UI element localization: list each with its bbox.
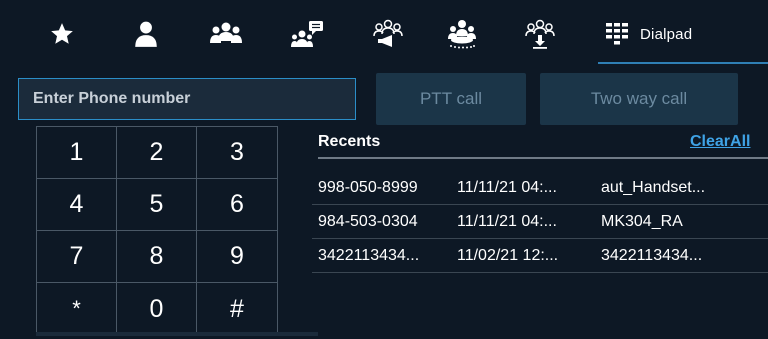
phone-number-input[interactable]: [18, 78, 356, 120]
tab-group-messages[interactable]: [286, 14, 330, 54]
tab-conference[interactable]: [440, 14, 484, 54]
tab-dialpad[interactable]: Dialpad: [606, 14, 764, 54]
recents-title: Recents: [318, 133, 381, 150]
broadcast-group-icon: [373, 19, 403, 47]
active-tab-indicator: [598, 62, 768, 64]
recent-number: 3422113434...: [318, 246, 420, 264]
conference-icon: [448, 20, 476, 49]
keypad-base: [36, 332, 318, 336]
key-0[interactable]: 0: [117, 283, 197, 335]
recent-time: 11/02/21 12:...: [457, 246, 559, 264]
tab-groups[interactable]: [204, 14, 248, 54]
recent-time: 11/11/21 04:...: [457, 178, 557, 196]
key-hash[interactable]: #: [197, 283, 277, 335]
group-icon: [210, 22, 242, 43]
key-4[interactable]: 4: [37, 179, 117, 231]
key-8[interactable]: 8: [117, 231, 197, 283]
recent-name: aut_Handset...: [601, 178, 706, 196]
group-chat-icon: [291, 21, 323, 47]
tab-favorites[interactable]: [42, 14, 82, 54]
key-3[interactable]: 3: [197, 127, 277, 179]
key-9[interactable]: 9: [197, 231, 277, 283]
key-7[interactable]: 7: [37, 231, 117, 283]
recent-name: MK304_RA: [601, 212, 683, 230]
recent-time: 11/11/21 04:...: [457, 212, 557, 230]
ptt-call-button[interactable]: PTT call: [376, 73, 526, 125]
clear-all-link[interactable]: ClearAll: [690, 133, 750, 151]
two-way-call-button[interactable]: Two way call: [540, 73, 738, 125]
key-5[interactable]: 5: [117, 179, 197, 231]
person-icon: [135, 21, 157, 47]
recents-divider: [318, 157, 768, 159]
dialpad-icon: [606, 23, 628, 45]
group-download-icon: [525, 19, 555, 49]
recent-row[interactable]: 984-503-0304 11/11/21 04:... MK304_RA: [312, 205, 768, 239]
key-6[interactable]: 6: [197, 179, 277, 231]
dialpad-keypad: 1 2 3 4 5 6 7 8 9 * 0 #: [36, 126, 278, 336]
star-icon: [51, 23, 73, 44]
key-star[interactable]: *: [37, 283, 117, 335]
tab-download-group[interactable]: [518, 14, 562, 54]
recent-row[interactable]: 3422113434... 11/02/21 12:... 3422113434…: [312, 239, 768, 273]
key-2[interactable]: 2: [117, 127, 197, 179]
key-1[interactable]: 1: [37, 127, 117, 179]
tab-contacts[interactable]: [126, 14, 166, 54]
recent-number: 998-050-8999: [318, 178, 418, 196]
recent-row[interactable]: 998-050-8999 11/11/21 04:... aut_Handset…: [312, 171, 768, 205]
tab-dialpad-label: Dialpad: [640, 25, 693, 43]
recent-number: 984-503-0304: [318, 212, 418, 230]
tab-broadcast[interactable]: [366, 14, 410, 54]
recent-name: 3422113434...: [601, 246, 703, 264]
tab-bar: Dialpad: [0, 0, 768, 66]
